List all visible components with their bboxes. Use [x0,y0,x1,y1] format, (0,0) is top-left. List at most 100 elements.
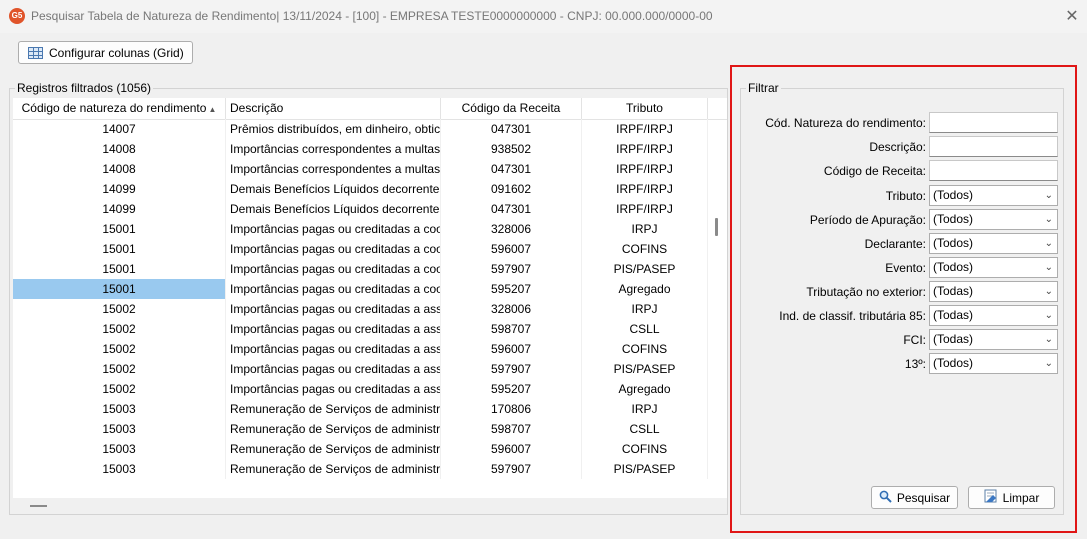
column-header-revenue-code[interactable]: Código da Receita [441,98,582,119]
cell-nature-code: 15002 [13,339,226,359]
grid-header: Código de natureza do rendimento ▲ Descri… [13,98,727,120]
nature-code-input[interactable] [929,112,1058,133]
chevron-down-icon: ⌄ [1044,286,1053,297]
column-header-nature-code[interactable]: Código de natureza do rendimento ▲ [13,98,226,119]
table-row[interactable]: 14099 Demais Benefícios Líquidos decorren… [13,179,708,199]
chevron-down-icon: ⌄ [1044,238,1053,249]
declarant-select[interactable]: (Todos) ⌄ [929,233,1058,254]
column-header-tax[interactable]: Tributo [582,98,708,119]
cell-nature-code: 15002 [13,379,226,399]
cell-description: Remuneração de Serviços de administra [226,399,441,419]
sort-ascending-icon: ▲ [208,105,217,114]
cell-tax: IRPJ [582,299,708,319]
event-label: Evento: [885,261,926,275]
tax-classification-85-select[interactable]: (Todas) ⌄ [929,305,1058,326]
cell-description: Importâncias pagas ou creditadas a coo [226,279,441,299]
thirteenth-select[interactable]: (Todos) ⌄ [929,353,1058,374]
cell-tax: PIS/PASEP [582,359,708,379]
cell-revenue-code: 595207 [441,379,582,399]
cell-revenue-code: 938502 [441,139,582,159]
abroad-taxation-select[interactable]: (Todas) ⌄ [929,281,1058,302]
title-bar: G5 Pesquisar Tabela de Natureza de Rendi… [0,0,1087,33]
table-row[interactable]: 15003 Remuneração de Serviços de administ… [13,419,708,439]
cell-description: Importâncias pagas ou creditadas a assc [226,379,441,399]
clear-button[interactable]: Limpar [968,486,1055,509]
table-row[interactable]: 14099 Demais Benefícios Líquidos decorren… [13,199,708,219]
period-select[interactable]: (Todos) ⌄ [929,209,1058,230]
cell-tax: CSLL [582,319,708,339]
table-row[interactable]: 15003 Remuneração de Serviços de administ… [13,439,708,459]
cell-revenue-code: 597907 [441,359,582,379]
cell-description: Importâncias pagas ou creditadas a coo [226,239,441,259]
revenue-code-label: Código de Receita: [823,164,926,178]
cell-description: Remuneração de Serviços de administra [226,419,441,439]
event-select[interactable]: (Todos) ⌄ [929,257,1058,278]
cell-nature-code: 15003 [13,439,226,459]
magnifier-icon [879,490,892,506]
table-row[interactable]: 15002 Importâncias pagas ou creditadas a … [13,359,708,379]
cell-revenue-code: 597907 [441,259,582,279]
grid-rows: 14007 Prêmios distribuídos, em dinheiro, … [13,119,708,479]
search-button[interactable]: Pesquisar [871,486,958,509]
column-header-description[interactable]: Descrição [226,98,441,119]
tax-select[interactable]: (Todos) ⌄ [929,185,1058,206]
cell-tax: IRPF/IRPJ [582,179,708,199]
table-row[interactable]: 15002 Importâncias pagas ou creditadas a … [13,319,708,339]
period-label: Período de Apuração: [809,213,926,227]
cell-tax: Agregado [582,279,708,299]
nature-code-label: Cód. Natureza do rendimento: [765,116,926,130]
cell-tax: IRPF/IRPJ [582,119,708,139]
cell-tax: IRPF/IRPJ [582,159,708,179]
table-row[interactable]: 15002 Importâncias pagas ou creditadas a … [13,379,708,399]
table-row[interactable]: 15002 Importâncias pagas ou creditadas a … [13,339,708,359]
vertical-scrollbar[interactable] [715,218,718,236]
horizontal-scrollbar[interactable] [30,505,47,507]
table-row[interactable]: 15001 Importâncias pagas ou creditadas a … [13,219,708,239]
chevron-down-icon: ⌄ [1044,214,1053,225]
cell-nature-code: 15002 [13,299,226,319]
chevron-down-icon: ⌄ [1044,334,1053,345]
table-row[interactable]: 14007 Prêmios distribuídos, em dinheiro, … [13,119,708,139]
cell-description: Remuneração de Serviços de administra [226,459,441,479]
cell-revenue-code: 597907 [441,459,582,479]
records-grid[interactable]: Código de natureza do rendimento ▲ Descri… [13,98,727,498]
cell-nature-code: 15003 [13,459,226,479]
fci-select[interactable]: (Todas) ⌄ [929,329,1058,350]
cell-nature-code: 15001 [13,259,226,279]
revenue-code-input[interactable] [929,160,1058,181]
configure-columns-button[interactable]: Configurar colunas (Grid) [18,41,193,64]
table-row[interactable]: 14008 Importâncias correspondentes a mult… [13,139,708,159]
cell-nature-code: 14008 [13,139,226,159]
cell-revenue-code: 598707 [441,319,582,339]
cell-tax: COFINS [582,439,708,459]
cell-revenue-code: 047301 [441,199,582,219]
description-input[interactable] [929,136,1058,157]
table-row[interactable]: 15002 Importâncias pagas ou creditadas a … [13,299,708,319]
cell-description: Importâncias pagas ou creditadas a coo [226,259,441,279]
cell-description: Importâncias correspondentes a multas [226,159,441,179]
cell-description: Demais Benefícios Líquidos decorrentes [226,199,441,219]
table-row[interactable]: 15001 Importâncias pagas ou creditadas a … [13,239,708,259]
table-row[interactable]: 14008 Importâncias correspondentes a mult… [13,159,708,179]
cell-tax: PIS/PASEP [582,259,708,279]
thirteenth-label: 13º: [904,357,926,371]
declarant-label: Declarante: [864,237,926,251]
chevron-down-icon: ⌄ [1044,310,1053,321]
cell-nature-code: 14099 [13,179,226,199]
tax-label: Tributo: [885,189,926,203]
cell-nature-code: 14099 [13,199,226,219]
cell-description: Prêmios distribuídos, em dinheiro, obtic [226,119,441,139]
table-row[interactable]: 15003 Remuneração de Serviços de administ… [13,399,708,419]
table-row[interactable]: 15001 Importâncias pagas ou creditadas a … [13,279,708,299]
window-title: Pesquisar Tabela de Natureza de Rendimen… [31,9,713,23]
close-button[interactable]: ✕ [1057,0,1087,33]
chevron-down-icon: ⌄ [1044,190,1053,201]
records-group-title: Registros filtrados (1056) [15,81,154,95]
cell-tax: CSLL [582,419,708,439]
cell-tax: IRPF/IRPJ [582,139,708,159]
table-row[interactable]: 15003 Remuneração de Serviços de administ… [13,459,708,479]
clear-button-label: Limpar [1002,490,1040,505]
cell-tax: COFINS [582,339,708,359]
table-row[interactable]: 15001 Importâncias pagas ou creditadas a … [13,259,708,279]
cell-nature-code: 14008 [13,159,226,179]
